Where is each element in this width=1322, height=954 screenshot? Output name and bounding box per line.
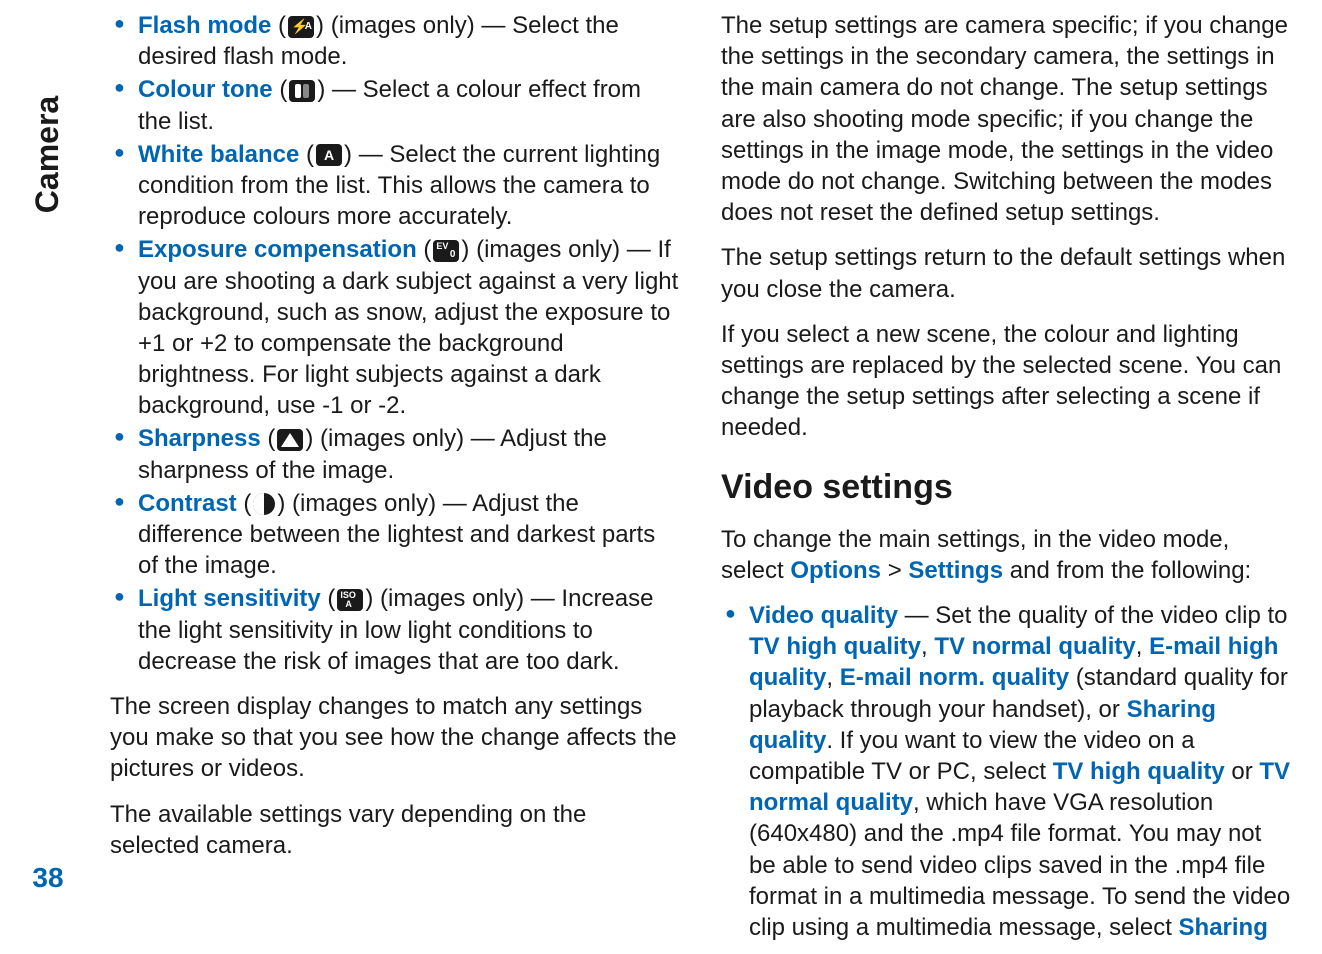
- list-item: Light sensitivity () (images only) — Inc…: [110, 583, 681, 677]
- settings-list: Flash mode () (images only) — Select the…: [110, 10, 681, 677]
- option-link: TV high quality: [1053, 758, 1225, 785]
- list-item: White balance () — Select the current li…: [110, 139, 681, 233]
- menu-path: Settings: [908, 557, 1003, 584]
- paragraph: The setup settings return to the default…: [721, 242, 1292, 304]
- setting-desc: (images only) — If you are shooting a da…: [138, 236, 678, 419]
- list-item: Colour tone () — Select a colour effect …: [110, 74, 681, 136]
- page-number: 38: [32, 862, 63, 894]
- sidebar: Camera 38: [0, 0, 96, 954]
- paragraph: The screen display changes to match any …: [110, 691, 681, 785]
- list-item: Exposure compensation () (images only) —…: [110, 234, 681, 421]
- setting-term: White balance: [138, 141, 299, 168]
- option-link: TV high quality: [749, 633, 921, 660]
- option-link: E-mail norm. quality: [840, 664, 1069, 691]
- page-content: Flash mode () (images only) — Select the…: [110, 10, 1292, 944]
- list-item: Contrast () (images only) — Adjust the d…: [110, 488, 681, 582]
- setting-term: Video quality: [749, 602, 898, 629]
- setting-term: Exposure compensation: [138, 236, 417, 263]
- paragraph: The setup settings are camera specific; …: [721, 10, 1292, 228]
- paragraph: The available settings vary depending on…: [110, 799, 681, 861]
- section-label: Camera: [30, 95, 67, 212]
- paragraph: If you select a new scene, the colour an…: [721, 319, 1292, 444]
- setting-term: Flash mode: [138, 12, 271, 39]
- contrast-icon: [253, 493, 275, 515]
- iso-icon: [337, 589, 363, 611]
- list-item: Sharpness () (images only) — Adjust the …: [110, 423, 681, 485]
- exposure-icon: [433, 240, 459, 262]
- list-item: Flash mode () (images only) — Select the…: [110, 10, 681, 72]
- setting-term: Sharpness: [138, 425, 261, 452]
- white-balance-icon: [316, 144, 342, 166]
- flash-icon: [288, 16, 314, 38]
- setting-term: Light sensitivity: [138, 585, 321, 612]
- setting-term: Colour tone: [138, 76, 273, 103]
- setting-term: Contrast: [138, 490, 237, 517]
- paragraph: To change the main settings, in the vide…: [721, 524, 1292, 586]
- menu-path: Options: [790, 557, 881, 584]
- tone-icon: [289, 80, 315, 102]
- option-link: TV normal quality: [934, 633, 1135, 660]
- sharpness-icon: [277, 429, 303, 451]
- section-heading: Video settings: [721, 465, 1292, 509]
